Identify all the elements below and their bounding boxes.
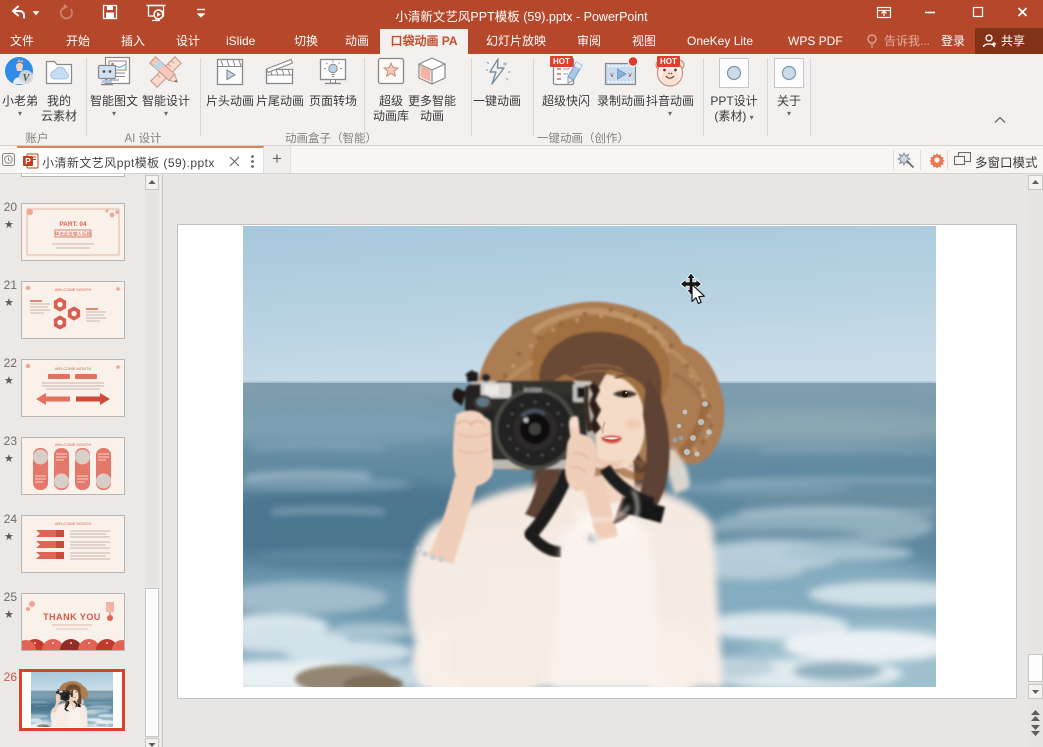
svg-text:WELCOME MONTH: WELCOME MONTH <box>55 366 92 371</box>
svg-text:WELCOME MONTH: WELCOME MONTH <box>55 521 92 526</box>
svg-text:P: P <box>25 156 31 166</box>
svg-text:THANK YOU: THANK YOU <box>43 612 101 622</box>
svg-text:WELCOME MONTH: WELCOME MONTH <box>55 287 92 292</box>
svg-text:WELCOME MONTH: WELCOME MONTH <box>55 442 92 447</box>
svg-text:单击此处输入标题: 单击此处输入标题 <box>55 231 91 238</box>
svg-text:PART. 04: PART. 04 <box>59 221 87 228</box>
